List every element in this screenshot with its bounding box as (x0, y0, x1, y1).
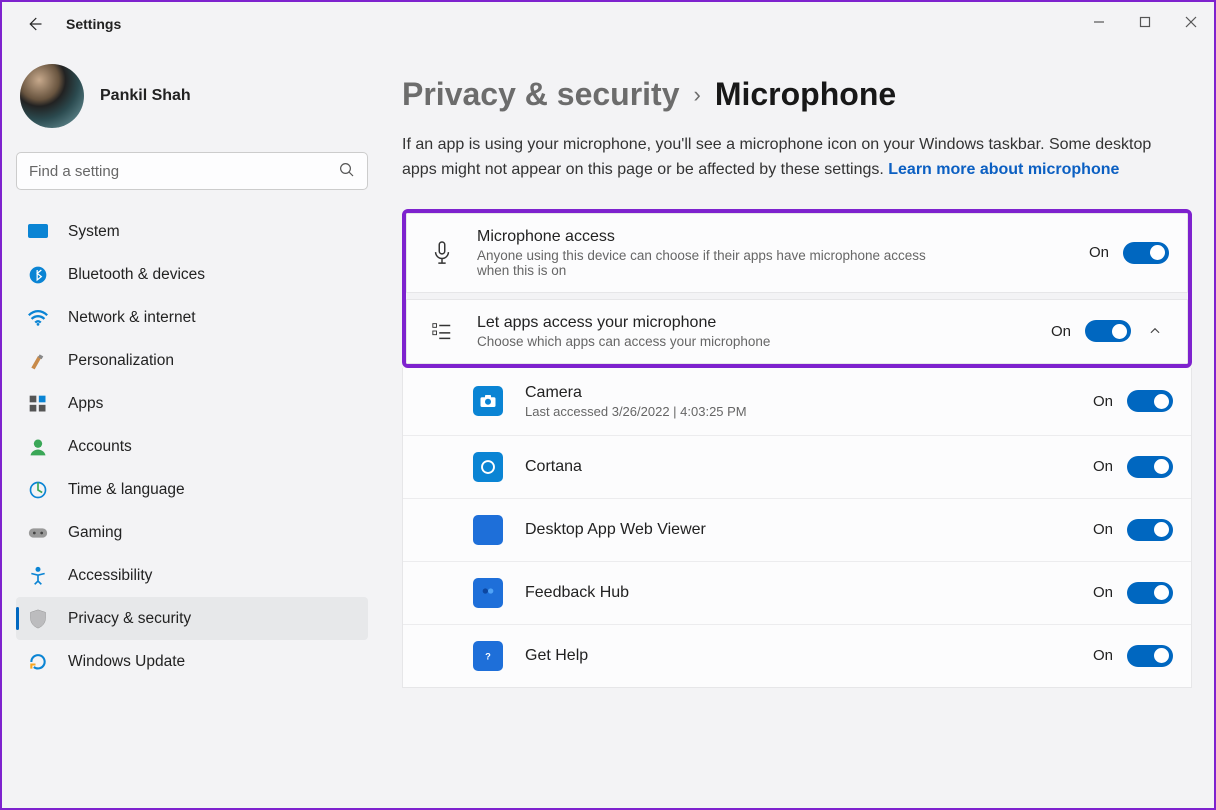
sidebar-item-update[interactable]: Windows Update (16, 640, 368, 683)
bluetooth-icon (26, 263, 50, 287)
sidebar-item-label: Personalization (68, 352, 174, 370)
close-button[interactable] (1168, 6, 1214, 38)
app-toggle[interactable] (1127, 390, 1173, 412)
settings-window: Settings Pankil Shah System Bluetooth & … (0, 0, 1216, 810)
apps-icon (26, 392, 50, 416)
sidebar-item-system[interactable]: System (16, 210, 368, 253)
app-row-gethelp[interactable]: ? Get Help On (403, 624, 1191, 687)
app-name: Get Help (525, 647, 1093, 665)
gethelp-app-icon: ? (473, 641, 503, 671)
sidebar-item-label: System (68, 223, 120, 241)
window-controls (1076, 6, 1214, 38)
sidebar-item-label: Accounts (68, 438, 132, 456)
paintbrush-icon (26, 349, 50, 373)
app-toggle[interactable] (1127, 456, 1173, 478)
app-state: On (1093, 647, 1113, 664)
sidebar-item-privacy[interactable]: Privacy & security (16, 597, 368, 640)
app-name: Feedback Hub (525, 584, 1093, 602)
app-state: On (1093, 584, 1113, 601)
app-state: On (1093, 521, 1113, 538)
app-toggle[interactable] (1127, 582, 1173, 604)
mic-access-row[interactable]: Microphone access Anyone using this devi… (406, 213, 1188, 293)
update-icon (26, 650, 50, 674)
header: Settings (2, 2, 1214, 46)
sidebar-item-bluetooth[interactable]: Bluetooth & devices (16, 253, 368, 296)
minimize-button[interactable] (1076, 6, 1122, 38)
app-name: Cortana (525, 458, 1093, 476)
search-input[interactable] (16, 152, 368, 190)
back-button[interactable] (16, 6, 52, 42)
let-apps-row[interactable]: Let apps access your microphone Choose w… (406, 299, 1188, 364)
nav-list: System Bluetooth & devices Network & int… (16, 210, 368, 683)
desktop-viewer-app-icon (473, 515, 503, 545)
sidebar-item-accounts[interactable]: Accounts (16, 425, 368, 468)
let-apps-title: Let apps access your microphone (477, 314, 1051, 332)
sidebar-item-network[interactable]: Network & internet (16, 296, 368, 339)
display-icon (26, 220, 50, 244)
app-sub: Last accessed 3/26/2022 | 4:03:25 PM (525, 404, 1093, 419)
app-name: Desktop App Web Viewer (525, 521, 1093, 539)
let-apps-toggle[interactable] (1085, 320, 1131, 342)
sidebar-item-label: Time & language (68, 481, 185, 499)
let-apps-state: On (1051, 323, 1071, 340)
arrow-left-icon (25, 15, 43, 33)
sidebar-item-gaming[interactable]: Gaming (16, 511, 368, 554)
search-icon (338, 161, 356, 184)
sidebar-item-label: Accessibility (68, 567, 152, 585)
breadcrumb: Privacy & security › Microphone (402, 76, 1214, 113)
sidebar-item-personalization[interactable]: Personalization (16, 339, 368, 382)
wifi-icon (26, 306, 50, 330)
cortana-app-icon (473, 452, 503, 482)
shield-icon (26, 607, 50, 631)
sidebar-item-accessibility[interactable]: Accessibility (16, 554, 368, 597)
search-box[interactable] (16, 152, 368, 190)
profile-name: Pankil Shah (100, 87, 191, 105)
sidebar-item-label: Apps (68, 395, 103, 413)
sidebar-item-label: Privacy & security (68, 610, 191, 628)
chevron-up-icon[interactable] (1141, 324, 1169, 338)
highlighted-section: Microphone access Anyone using this devi… (402, 209, 1192, 368)
accessibility-icon (26, 564, 50, 588)
sidebar-item-label: Gaming (68, 524, 122, 542)
app-title: Settings (66, 16, 121, 32)
mic-access-state: On (1089, 244, 1109, 261)
sidebar-item-time[interactable]: Time & language (16, 468, 368, 511)
feedback-app-icon (473, 578, 503, 608)
page-title: Microphone (715, 76, 896, 113)
app-state: On (1093, 393, 1113, 410)
microphone-icon (425, 240, 459, 266)
person-icon (26, 435, 50, 459)
sidebar: Pankil Shah System Bluetooth & devices N… (2, 46, 382, 688)
sidebar-item-label: Network & internet (68, 309, 196, 327)
list-icon (425, 321, 459, 341)
breadcrumb-parent[interactable]: Privacy & security (402, 76, 680, 113)
app-row-cortana[interactable]: Cortana On (403, 435, 1191, 498)
camera-app-icon (473, 386, 503, 416)
avatar (20, 64, 84, 128)
chevron-right-icon: › (694, 82, 701, 108)
app-row-camera[interactable]: Camera Last accessed 3/26/2022 | 4:03:25 … (403, 368, 1191, 435)
svg-text:?: ? (485, 651, 491, 661)
profile[interactable]: Pankil Shah (16, 64, 368, 128)
mic-access-toggle[interactable] (1123, 242, 1169, 264)
mic-access-title: Microphone access (477, 228, 1089, 246)
gamepad-icon (26, 521, 50, 545)
sidebar-item-label: Windows Update (68, 653, 185, 671)
let-apps-sub: Choose which apps can access your microp… (477, 334, 937, 349)
main-content: Privacy & security › Microphone If an ap… (382, 46, 1214, 688)
app-toggle[interactable] (1127, 519, 1173, 541)
app-name: Camera (525, 384, 1093, 402)
app-toggle[interactable] (1127, 645, 1173, 667)
page-description: If an app is using your microphone, you'… (402, 133, 1172, 183)
maximize-button[interactable] (1122, 6, 1168, 38)
sidebar-item-label: Bluetooth & devices (68, 266, 205, 284)
app-row-desktop-viewer[interactable]: Desktop App Web Viewer On (403, 498, 1191, 561)
clock-globe-icon (26, 478, 50, 502)
app-state: On (1093, 458, 1113, 475)
app-row-feedback[interactable]: Feedback Hub On (403, 561, 1191, 624)
mic-access-sub: Anyone using this device can choose if t… (477, 248, 937, 278)
sidebar-item-apps[interactable]: Apps (16, 382, 368, 425)
app-list: Camera Last accessed 3/26/2022 | 4:03:25 … (402, 368, 1192, 688)
learn-more-link[interactable]: Learn more about microphone (888, 161, 1119, 178)
